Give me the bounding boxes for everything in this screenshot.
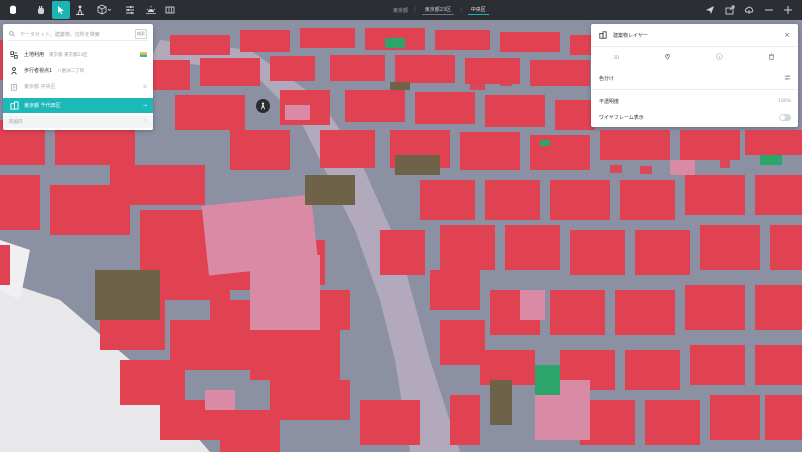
- sliders-icon[interactable]: [784, 74, 791, 83]
- pedestrian-icon[interactable]: [71, 1, 89, 19]
- breadcrumb-separator: /: [460, 7, 462, 13]
- app-logo-icon[interactable]: [4, 1, 22, 19]
- color-label: 色分け: [599, 75, 615, 82]
- building-icon: [9, 83, 19, 91]
- building-stack-icon: [599, 31, 607, 39]
- location-icon[interactable]: [664, 53, 671, 61]
- plus-icon[interactable]: [779, 1, 797, 19]
- opacity-label: 不透明度: [599, 98, 620, 105]
- visibility-icon[interactable]: ⊘: [143, 84, 147, 90]
- wireframe-toggle[interactable]: [779, 113, 791, 121]
- divider: [591, 89, 798, 90]
- layer-label: 歩行者視点1: [24, 68, 53, 74]
- layer-sub: 東京都 東京都23区: [49, 52, 88, 58]
- breadcrumb-item[interactable]: 東京都23区: [421, 5, 455, 15]
- search-button[interactable]: 検索: [135, 29, 147, 39]
- layer-panel: データセット、建築物、住所を検索 検索 土地利用 東京都 東京都23区 歩行者視…: [3, 24, 153, 130]
- chevron-up-icon[interactable]: ⌃: [143, 119, 147, 125]
- panel-tabs: 2D: [591, 50, 798, 64]
- legend-swatch-icon: [140, 52, 147, 57]
- pedestrian-icon: [9, 66, 19, 75]
- cube-icon[interactable]: [93, 1, 115, 19]
- sliders-icon[interactable]: [121, 1, 139, 19]
- building-stack-icon: [9, 101, 19, 110]
- panel-title: 建築物レイヤー: [613, 32, 648, 39]
- select-icon[interactable]: [52, 1, 70, 19]
- top-toolbar: 東京都 / 東京都23区 / 中央区: [0, 0, 802, 20]
- opacity-row[interactable]: 不透明度 100%: [599, 94, 791, 108]
- breadcrumb-current[interactable]: 中央区: [467, 5, 489, 15]
- layer-sub: 八重洲二丁目: [57, 68, 85, 74]
- layer-label: 東京都 中央区: [24, 84, 56, 90]
- color-row[interactable]: 色分け: [599, 71, 791, 85]
- layer-label: 土地利用: [24, 52, 45, 58]
- trash-icon[interactable]: [768, 53, 775, 61]
- layer-item-chiyoda[interactable]: 東京都 千代田区 →: [3, 98, 153, 113]
- cloud-icon[interactable]: [740, 1, 758, 19]
- send-icon[interactable]: [701, 1, 719, 19]
- land-use-icon: [9, 50, 19, 59]
- search-icon: [9, 31, 15, 37]
- breadcrumb: 東京都 / 東京都23区 / 中央区: [393, 4, 489, 16]
- footer-label: 四国内: [9, 120, 23, 125]
- layer-item-chuo[interactable]: 東京都 中央区 ⊘: [3, 80, 153, 93]
- wireframe-label: ワイヤフレーム表示: [599, 114, 644, 121]
- search-bar[interactable]: データセット、建築物、住所を検索 検索: [7, 28, 149, 41]
- info-icon[interactable]: [716, 53, 724, 61]
- close-icon[interactable]: ×: [784, 31, 790, 39]
- opacity-value[interactable]: 100%: [778, 99, 791, 104]
- tab-2d[interactable]: 2D: [614, 55, 620, 60]
- breadcrumb-item[interactable]: 東京都: [393, 7, 408, 14]
- breadcrumb-separator: /: [414, 7, 416, 13]
- minus-icon[interactable]: [760, 1, 778, 19]
- building-layer-panel: 建築物レイヤー × 2D 色分け 不透明度 100% ワイヤフレーム表示: [591, 24, 798, 127]
- wireframe-row[interactable]: ワイヤフレーム表示: [599, 110, 791, 124]
- grab-icon[interactable]: [32, 1, 50, 19]
- map-icon[interactable]: [161, 1, 179, 19]
- export-icon[interactable]: [721, 1, 739, 19]
- pedestrian-pin-icon[interactable]: [256, 99, 270, 113]
- layer-item-land-use[interactable]: 土地利用 東京都 東京都23区: [3, 48, 153, 61]
- layer-item-pedestrian[interactable]: 歩行者視点1 八重洲二丁目: [3, 64, 153, 77]
- search-input[interactable]: データセット、建築物、住所を検索: [20, 31, 100, 38]
- panel-header: 建築物レイヤー ×: [591, 24, 798, 47]
- layer-label: 東京都 千代田区: [24, 103, 61, 109]
- section-footer[interactable]: 四国内 ⌃: [3, 116, 153, 128]
- sun-icon[interactable]: [142, 1, 160, 19]
- chevron-right-icon[interactable]: →: [143, 103, 147, 109]
